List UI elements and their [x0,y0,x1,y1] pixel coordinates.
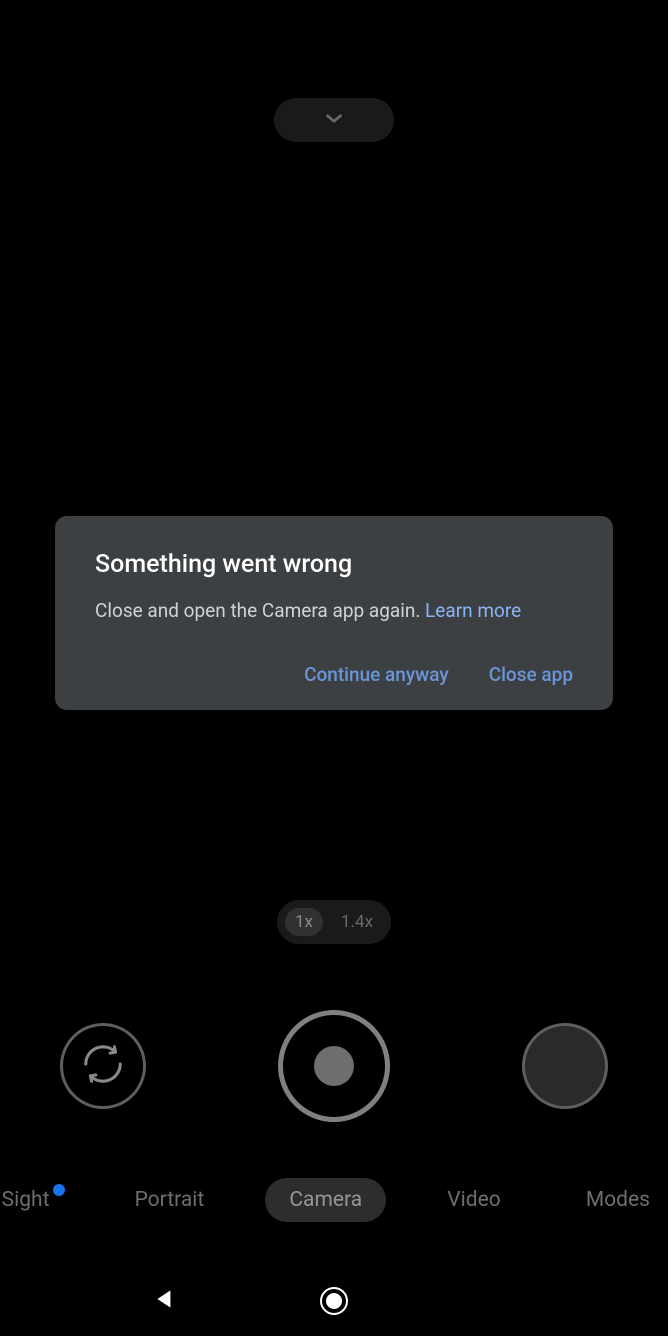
nav-back-button[interactable] [150,1286,180,1316]
zoom-selector[interactable]: 1x 1.4x [277,900,391,944]
camera-controls [0,1010,668,1122]
mode-night-sight[interactable]: ht Sight [0,1178,73,1222]
close-app-button[interactable]: Close app [489,663,573,686]
gallery-thumbnail-button[interactable] [522,1023,608,1109]
mode-modes[interactable]: Modes [562,1178,668,1222]
flip-camera-icon [80,1041,126,1091]
mode-label: Modes [586,1188,650,1212]
learn-more-link[interactable]: Learn more [425,599,521,622]
mode-label: ht Sight [0,1188,49,1212]
back-icon [152,1286,178,1316]
mode-camera[interactable]: Camera [265,1178,386,1222]
mode-label: Portrait [135,1188,205,1212]
mode-label: Camera [289,1188,362,1212]
home-icon [320,1287,348,1315]
nav-home-button[interactable] [319,1286,349,1316]
mode-label: Video [447,1188,500,1212]
dialog-body: Close and open the Camera app again. Lea… [95,597,573,625]
chevron-down-icon [321,105,347,135]
continue-anyway-button[interactable]: Continue anyway [304,663,449,686]
zoom-option-1-4x[interactable]: 1.4x [331,908,383,936]
mode-video[interactable]: Video [423,1178,524,1222]
top-settings-pill[interactable] [274,98,394,142]
dialog-actions: Continue anyway Close app [95,663,573,686]
error-dialog: Something went wrong Close and open the … [55,516,613,710]
zoom-option-1x[interactable]: 1x [285,908,323,936]
mode-selector[interactable]: ht Sight Portrait Camera Video Modes [0,1178,668,1222]
dialog-body-text: Close and open the Camera app again. [95,599,425,622]
shutter-button[interactable] [278,1010,390,1122]
navigation-bar [0,1266,668,1336]
dialog-title: Something went wrong [95,550,573,579]
nav-recent-button[interactable] [488,1286,518,1316]
new-badge-icon [53,1184,65,1196]
flip-camera-button[interactable] [60,1023,146,1109]
mode-portrait[interactable]: Portrait [111,1178,229,1222]
